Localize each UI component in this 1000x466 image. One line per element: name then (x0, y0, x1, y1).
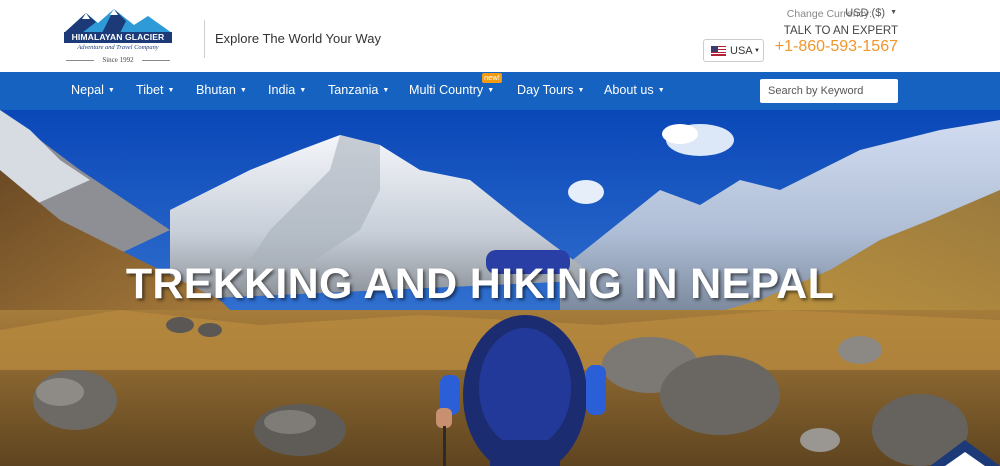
hero-title: TREKKING AND HIKING IN NEPAL (125, 260, 835, 308)
brand-name: HIMALAYAN GLACIER (64, 32, 172, 43)
brand-subtitle: Adventure and Travel Company (77, 44, 159, 51)
caret-down-icon: ▼ (577, 87, 585, 94)
nav-item-tanzania[interactable]: Tanzania ▼ (328, 83, 389, 97)
new-badge: new! (482, 73, 502, 83)
currency-selector[interactable]: USD ($) (845, 7, 885, 19)
caret-down-icon: ▼ (107, 87, 115, 94)
header-divider (204, 20, 205, 58)
country-label: USA (730, 45, 753, 57)
nav-item-nepal[interactable]: Nepal ▼ (71, 83, 115, 97)
caret-down-icon: ▼ (239, 87, 247, 94)
tagline: Explore The World Your Way (215, 31, 381, 46)
nav-item-tibet[interactable]: Tibet ▼ (136, 83, 174, 97)
caret-down-icon: ▼ (657, 87, 665, 94)
caret-down-icon[interactable]: ▼ (890, 9, 897, 16)
nav-item-bhutan[interactable]: Bhutan ▼ (196, 83, 247, 97)
phone-link[interactable]: +1-860-593-1567 (775, 38, 898, 56)
caret-down-icon: ▼ (167, 87, 175, 94)
country-selector-button[interactable]: USA ▼ (703, 39, 764, 62)
caret-down-icon: ▼ (754, 48, 760, 54)
search-input[interactable] (760, 79, 898, 103)
nav-item-about-us[interactable]: About us ▼ (604, 83, 665, 97)
nav-item-multi-country[interactable]: Multi Country ▼ (409, 83, 494, 97)
brand-logo[interactable]: HIMALAYAN GLACIER Adventure and Travel C… (62, 7, 174, 67)
caret-down-icon: ▼ (487, 87, 495, 94)
caret-down-icon: ▼ (382, 87, 390, 94)
talk-to-expert-label: TALK TO AN EXPERT (783, 25, 898, 37)
nav-item-india[interactable]: India ▼ (268, 83, 306, 97)
us-flag-icon (711, 46, 726, 56)
site-header: HIMALAYAN GLACIER Adventure and Travel C… (0, 0, 1000, 72)
nav-item-day-tours[interactable]: Day Tours ▼ (517, 83, 584, 97)
caret-down-icon: ▼ (299, 87, 307, 94)
brand-since: Since 1992 (94, 56, 142, 64)
hero-banner: TREKKING AND HIKING IN NEPAL (0, 110, 1000, 466)
mountain-logo-icon (64, 9, 172, 33)
